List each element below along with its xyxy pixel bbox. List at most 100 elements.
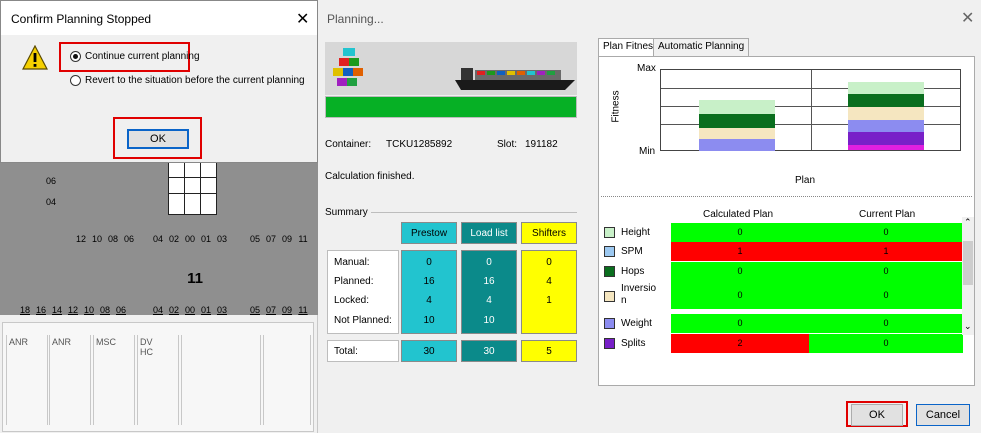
weight-swatch: [604, 318, 615, 329]
bay-slot[interactable]: [168, 193, 185, 215]
hops-swatch: [604, 266, 615, 277]
y-axis-label: Fitness: [610, 90, 622, 123]
bay-slot[interactable]: [184, 193, 201, 215]
total-label: Total:: [334, 346, 358, 357]
splits-swatch: [604, 338, 615, 349]
col-prestow: 0 16 4 10: [401, 250, 457, 334]
row-label: Locked:: [334, 295, 370, 306]
criteria-label: Hops: [621, 266, 645, 277]
criteria-label: Weight: [621, 318, 652, 329]
height-swatch: [604, 227, 615, 238]
tab-automatic-planning[interactable]: Automatic Planning: [653, 38, 750, 56]
total-shifters: 5: [521, 340, 577, 362]
current-value: 0: [809, 334, 963, 353]
cell-value: 5: [546, 346, 552, 357]
scrollbar[interactable]: ⌃ ⌄: [962, 217, 974, 335]
radio-revert[interactable]: [70, 75, 81, 86]
progress-fill: [326, 97, 576, 117]
tier-label: 04: [45, 197, 56, 207]
bay-number: 11: [187, 270, 203, 287]
dialog-title: Planning...: [327, 12, 384, 26]
spm-swatch: [604, 246, 615, 257]
port-cell[interactable]: ANR: [6, 335, 48, 425]
progress-bar: [325, 96, 577, 118]
close-icon[interactable]: ✕: [961, 8, 974, 28]
calc-value: 0: [671, 314, 809, 333]
summary-row-labels: Manual: Planned: Locked: Not Planned:: [327, 250, 399, 334]
divider: [601, 196, 972, 197]
cell-value: 1: [546, 295, 552, 306]
summary-total-row: Total:: [327, 340, 399, 362]
gridline: [811, 70, 812, 150]
status-text: Calculation finished.: [325, 171, 415, 182]
y-min-label: Min: [639, 146, 656, 157]
col-header-loadlist: Load list: [461, 222, 517, 244]
row-number: 11: [298, 234, 308, 244]
cell-value: 0: [426, 257, 432, 268]
tier-label: 06: [45, 176, 56, 186]
bay-view-area: 06 04 12 10 08 06 04 02 00 01 03 05 07 0…: [0, 150, 318, 315]
criteria-list: Height 0 0 SPM 1 1 Hops 0 0 Inversio n 0…: [599, 223, 963, 353]
cell-value: 0: [486, 257, 492, 268]
port-cell[interactable]: [263, 335, 311, 425]
col-header-current: Current Plan: [859, 209, 916, 220]
ok-button[interactable]: OK: [851, 404, 903, 426]
close-icon[interactable]: ✕: [296, 9, 309, 29]
port-list: ANR ANR MSC DV HC: [2, 322, 314, 432]
y-max-label: Max: [637, 63, 656, 74]
criteria-label: Height: [621, 227, 650, 238]
cell-value: 0: [546, 257, 552, 268]
current-value: 0: [809, 262, 963, 281]
cell-value: 4: [486, 295, 492, 306]
col-header-shifters: Shifters: [521, 222, 577, 244]
dialog-title: Confirm Planning Stopped: [11, 12, 152, 26]
port-cell[interactable]: ANR: [49, 335, 91, 425]
inversion-swatch: [604, 291, 615, 302]
port-cell[interactable]: [181, 335, 261, 425]
chevron-down-icon[interactable]: ⌄: [964, 321, 972, 332]
bar-segment-spm: [848, 145, 924, 150]
bar-segment-splits: [848, 132, 924, 145]
bar-segment-weight: [848, 120, 924, 132]
ok-button[interactable]: OK: [127, 129, 189, 149]
confirm-dialog: Confirm Planning Stopped ✕ Continue curr…: [0, 0, 318, 163]
col-header-calculated: Calculated Plan: [703, 209, 774, 220]
current-value: 0: [809, 281, 963, 309]
port-cell[interactable]: MSC: [93, 335, 135, 425]
cell-value: 16: [483, 276, 495, 287]
cell-value: 16: [423, 276, 435, 287]
radio-continue[interactable]: [70, 51, 81, 62]
slot-value: 191182: [525, 139, 558, 150]
row-label: Planned:: [334, 276, 374, 287]
cancel-button[interactable]: Cancel: [916, 404, 970, 426]
planning-dialog: Planning... ✕ Container: TCKU1285892 Slo…: [319, 0, 981, 433]
criteria-label: Inversio n: [621, 283, 657, 306]
col-loadlist: 0 16 4 10: [461, 250, 517, 334]
fitness-chart: [660, 69, 961, 151]
bar-segment-height: [699, 100, 775, 114]
current-value: 0: [809, 314, 963, 333]
port-cell[interactable]: DV HC: [137, 335, 179, 425]
row-label: Not Planned:: [334, 315, 392, 326]
warning-icon: [22, 45, 48, 70]
row-number: 06: [123, 234, 134, 244]
ship-banner-icon: [325, 42, 577, 95]
bar-segment-inversion: [848, 107, 924, 120]
option-continue-label[interactable]: Continue current planning: [85, 51, 200, 62]
row-number: 03: [216, 234, 227, 244]
option-revert-label[interactable]: Revert to the situation before the curre…: [85, 75, 305, 86]
row-number: 06: [115, 305, 126, 315]
total-prestow: 30: [401, 340, 457, 362]
bar-segment-hops: [699, 114, 775, 128]
calc-value: 0: [671, 223, 809, 242]
divider: [371, 212, 577, 213]
cell-value: 4: [546, 276, 552, 287]
bar-segment-height: [848, 82, 924, 94]
scrollbar-thumb[interactable]: [963, 241, 973, 285]
calc-value: 0: [671, 262, 809, 281]
row-number: 11: [298, 305, 308, 315]
chevron-up-icon[interactable]: ⌃: [964, 217, 972, 228]
container-label: Container:: [325, 139, 372, 150]
cell-value: 30: [483, 346, 495, 357]
bay-slot[interactable]: [200, 193, 217, 215]
